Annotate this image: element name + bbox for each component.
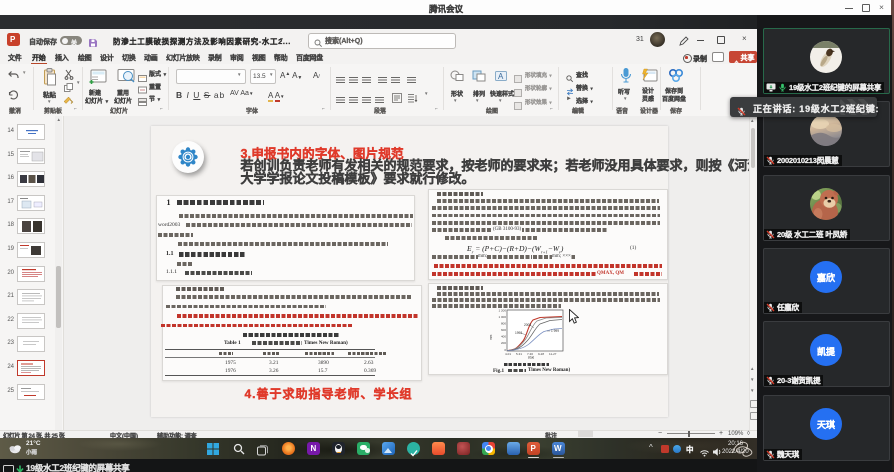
svg-text:4-01: 4-01 — [505, 352, 511, 356]
svg-text:600: 600 — [501, 328, 506, 332]
svg-text:1 000: 1 000 — [498, 315, 506, 319]
svg-text:mm: mm — [489, 334, 493, 340]
svg-text:9-28: 9-28 — [538, 352, 544, 356]
svg-text:时间: 时间 — [528, 355, 534, 360]
svg-text:800: 800 — [501, 322, 506, 326]
svg-text:A: A — [498, 72, 504, 81]
svg-text:400: 400 — [501, 335, 506, 339]
svg-text:5-31: 5-31 — [516, 352, 522, 356]
svg-text:11-27: 11-27 — [549, 352, 557, 356]
svg-text:1 999: 1 999 — [551, 329, 559, 333]
svg-text:200: 200 — [501, 341, 506, 345]
svg-text:1 200: 1 200 — [498, 309, 506, 313]
